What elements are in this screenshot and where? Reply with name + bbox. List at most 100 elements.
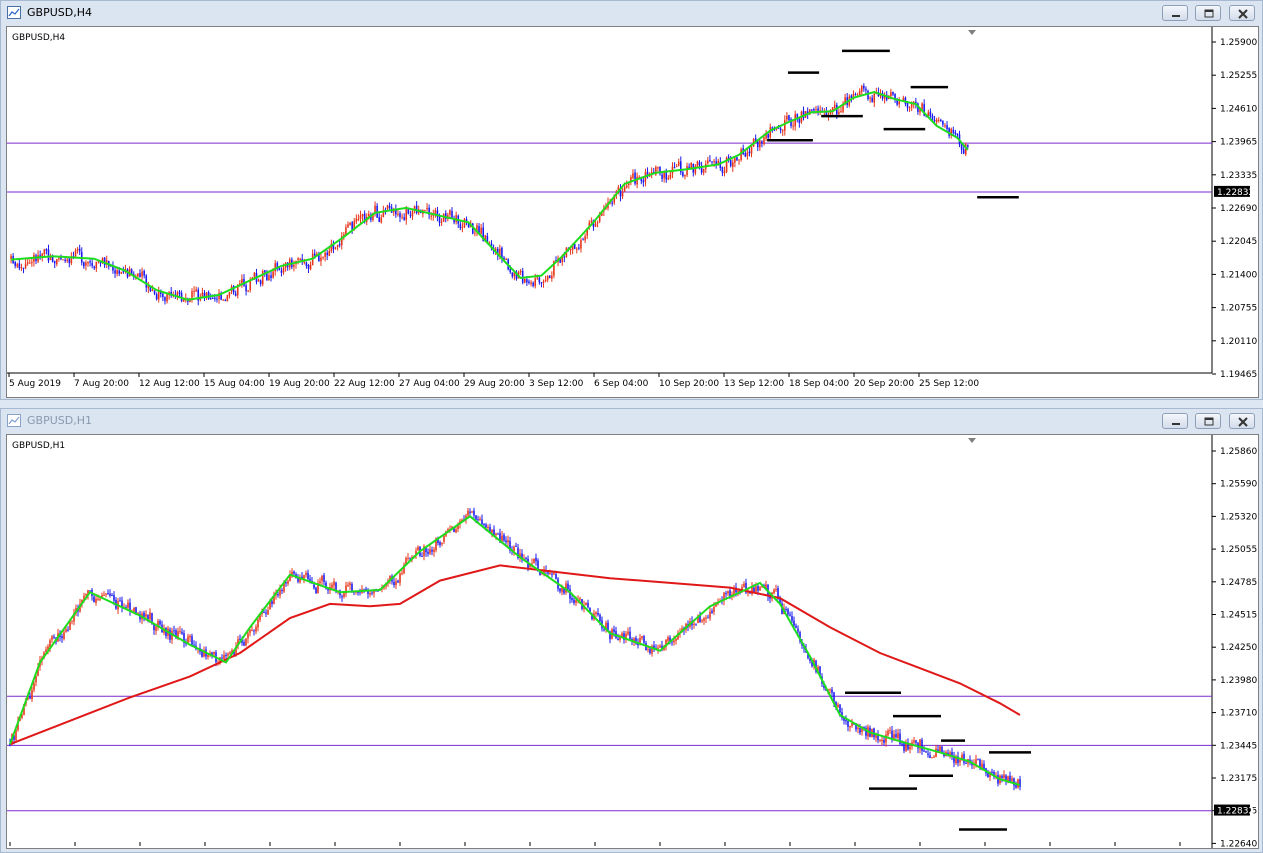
candle-body	[145, 275, 148, 288]
candle-body	[155, 626, 157, 631]
candle-body	[477, 519, 479, 521]
candle-body	[817, 108, 819, 111]
candle-body	[253, 272, 256, 278]
candle-body	[915, 740, 917, 743]
time-tick-label: 15 Aug 04:00	[204, 379, 265, 389]
candle-body	[613, 629, 615, 632]
candle-body	[931, 757, 933, 759]
candle-body	[309, 264, 312, 270]
candle-body	[909, 746, 911, 750]
candle-body	[31, 689, 33, 700]
candle-body	[815, 109, 817, 111]
candle-body	[282, 267, 285, 273]
candle-body	[573, 599, 575, 604]
time-tick-label: 3 Sep 12:00	[529, 379, 584, 389]
candle-body	[898, 101, 900, 105]
restore-button[interactable]	[1195, 5, 1221, 21]
candle-body	[960, 144, 963, 150]
candle-body	[399, 213, 401, 218]
candle-body	[71, 620, 73, 622]
candle-body	[942, 121, 944, 125]
candle-body	[411, 211, 414, 217]
candle-body	[216, 298, 218, 300]
candle-body	[487, 527, 489, 529]
candle-body	[677, 161, 680, 166]
candle-body	[151, 289, 154, 292]
candle-body	[727, 591, 729, 594]
candle-body	[944, 125, 946, 127]
chart-area-h1[interactable]: 1.25860 1.25590 1.25320 1.25055 1.24785 1.245…	[6, 434, 1259, 849]
candle-body	[921, 739, 923, 751]
candle-body	[63, 632, 65, 639]
candle-body	[338, 244, 341, 246]
candle-body	[684, 174, 686, 177]
price-tick-label: 1.23980	[1220, 676, 1257, 686]
candle-body	[347, 224, 349, 228]
minimize-button[interactable]	[1162, 413, 1188, 429]
time-tick-label: 25 Sep 12:00	[919, 379, 979, 389]
candle-body	[153, 290, 156, 294]
candle-body	[675, 166, 678, 168]
candle-body	[380, 217, 383, 223]
price-tick-label: 1.22045	[1220, 237, 1257, 247]
candle-body	[696, 161, 699, 167]
candle-body	[777, 588, 779, 598]
candle-body	[56, 259, 58, 265]
candle-body	[840, 111, 842, 113]
candle-body	[732, 162, 734, 167]
candle-body	[179, 630, 181, 633]
candle-body	[461, 227, 464, 229]
candle-body	[642, 180, 645, 183]
candle-body	[299, 258, 301, 260]
candle-body	[867, 90, 869, 100]
candle-body	[328, 251, 331, 256]
candle-body	[361, 214, 364, 217]
candle-body	[584, 236, 586, 241]
candle-body	[441, 542, 443, 545]
minimize-icon	[1172, 423, 1180, 425]
candle-body	[349, 583, 351, 585]
candle-body	[627, 631, 629, 635]
candle-body	[567, 583, 569, 590]
candle-body	[641, 636, 643, 638]
candle-body	[892, 91, 894, 95]
candle-body	[293, 571, 295, 574]
minimize-button[interactable]	[1162, 5, 1188, 21]
close-button[interactable]	[1229, 413, 1255, 429]
candle-body	[29, 696, 31, 699]
candle-body	[859, 728, 861, 733]
price-tick-label: 1.24515	[1220, 611, 1257, 621]
candle-body	[74, 250, 77, 257]
chart-shift-marker	[968, 438, 976, 443]
restore-icon	[1204, 417, 1214, 426]
window-titlebar[interactable]: GBPUSD,H4	[1, 1, 1262, 25]
candle-body	[788, 115, 790, 121]
price-tick-label: 1.23710	[1220, 709, 1257, 719]
candle-body	[511, 272, 514, 277]
candle-body	[315, 587, 317, 594]
candle-body	[58, 258, 60, 260]
candle-body	[271, 601, 273, 605]
candle-body	[107, 593, 109, 595]
candle-body	[181, 631, 183, 634]
candle-body	[83, 262, 85, 267]
candle-body	[51, 636, 53, 640]
price-tick-label: 1.25255	[1220, 71, 1257, 81]
restore-button[interactable]	[1195, 413, 1221, 429]
price-tick-label: 1.25590	[1220, 480, 1257, 490]
candle-body	[701, 620, 703, 622]
chart-area-h4[interactable]: 1.25900 1.25255 1.24610 1.23965 1.23335 1.226…	[6, 26, 1259, 398]
price-tick-label: 1.23965	[1220, 138, 1257, 148]
candle-body	[709, 159, 711, 161]
candle-body	[103, 594, 105, 596]
candle-body	[553, 573, 555, 575]
candle-body	[908, 107, 911, 109]
close-button[interactable]	[1229, 5, 1255, 21]
candle-body	[111, 595, 113, 597]
candle-body	[118, 270, 120, 274]
price-tick-label: 1.20110	[1220, 337, 1257, 347]
candle-body	[895, 734, 897, 738]
candle-body	[313, 253, 316, 256]
window-titlebar[interactable]: GBPUSD,H1	[1, 409, 1262, 433]
candle-body	[28, 262, 31, 264]
